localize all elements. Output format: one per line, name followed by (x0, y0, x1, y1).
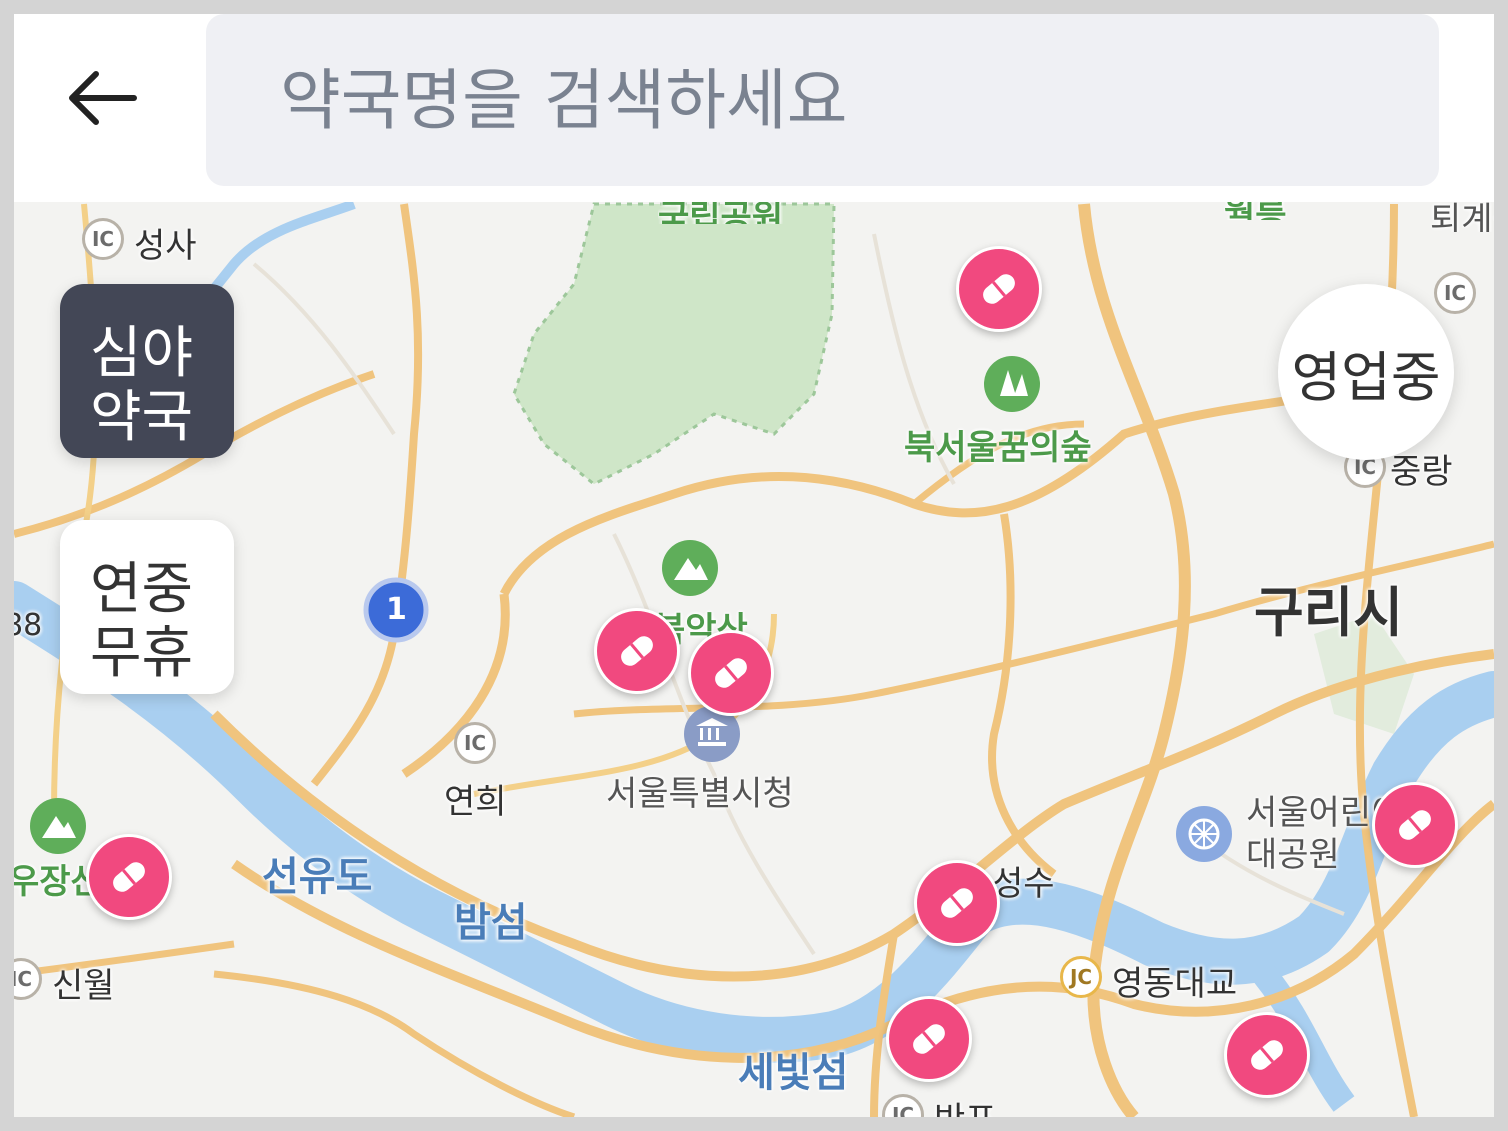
open-all-year-filter[interactable]: 연중 무휴 (60, 520, 234, 694)
open-now-label: 영업중 (1291, 345, 1441, 409)
search-bar[interactable] (206, 14, 1439, 186)
mountain-icon (662, 540, 718, 596)
night-pharmacy-filter[interactable]: 심야 약국 (60, 284, 234, 458)
back-arrow-icon (69, 71, 137, 125)
label-yeongdong-bridge: 영동대교 (1112, 964, 1238, 1004)
label-left-edge-partial: 88 (14, 608, 43, 643)
app-screen: 국립공원 월릉 퇴계원 IC 성사 IC 북서울꿈의숲 IC 중랑 구리시 88… (14, 14, 1494, 1117)
label-seongsu: 성수 (992, 864, 1055, 904)
label-sebitseom: 세빛섬 (738, 1050, 849, 1096)
ferris-wheel-icon (1176, 806, 1232, 862)
jc-badge: JC (1060, 956, 1102, 998)
forest-icon (984, 356, 1040, 412)
search-input[interactable] (206, 14, 1439, 186)
night-pharmacy-label: 심야 약국 (90, 321, 194, 450)
route-1-label: 1 (386, 592, 407, 627)
back-button[interactable] (64, 66, 144, 130)
open-all-year-label: 연중 무휴 (90, 557, 194, 686)
label-yeonhui: 연희 (444, 782, 507, 822)
ic-badge: IC (1434, 272, 1476, 314)
label-seongsa: 성사 (134, 226, 197, 266)
open-now-filter[interactable]: 영업중 (1278, 284, 1454, 460)
pill-icon (1251, 1040, 1283, 1070)
label-seonyudo: 선유도 (262, 854, 373, 900)
pill-icon (1399, 810, 1431, 840)
label-sinwol: 신월 (52, 966, 115, 1006)
label-bamseom: 밤섬 (454, 900, 528, 946)
mountain-icon (30, 798, 86, 854)
pharmacy-pin[interactable] (956, 246, 1042, 332)
label-guri: 구리시 (1254, 581, 1404, 644)
pill-icon (913, 1024, 945, 1054)
ic-badge: IC (82, 218, 124, 260)
pill-icon (621, 636, 653, 666)
pill-icon (715, 658, 747, 688)
pharmacy-pin[interactable] (886, 996, 972, 1082)
pharmacy-pin[interactable] (914, 860, 1000, 946)
pharmacy-pin[interactable] (1224, 1012, 1310, 1098)
label-banpo: 반포 (934, 1092, 997, 1117)
label-north-seoul-forest: 북서울꿈의숲 (904, 428, 1092, 468)
label-city-hall: 서울특별시청 (606, 774, 794, 814)
pharmacy-pin[interactable] (1372, 782, 1458, 868)
pill-icon (941, 888, 973, 918)
top-bar (14, 14, 1494, 202)
ic-badge: IC (454, 722, 496, 764)
pharmacy-pin[interactable] (688, 630, 774, 716)
pill-icon (113, 862, 145, 892)
pharmacy-pin[interactable] (594, 608, 680, 694)
pill-icon (983, 274, 1015, 304)
pharmacy-pin[interactable] (86, 834, 172, 920)
